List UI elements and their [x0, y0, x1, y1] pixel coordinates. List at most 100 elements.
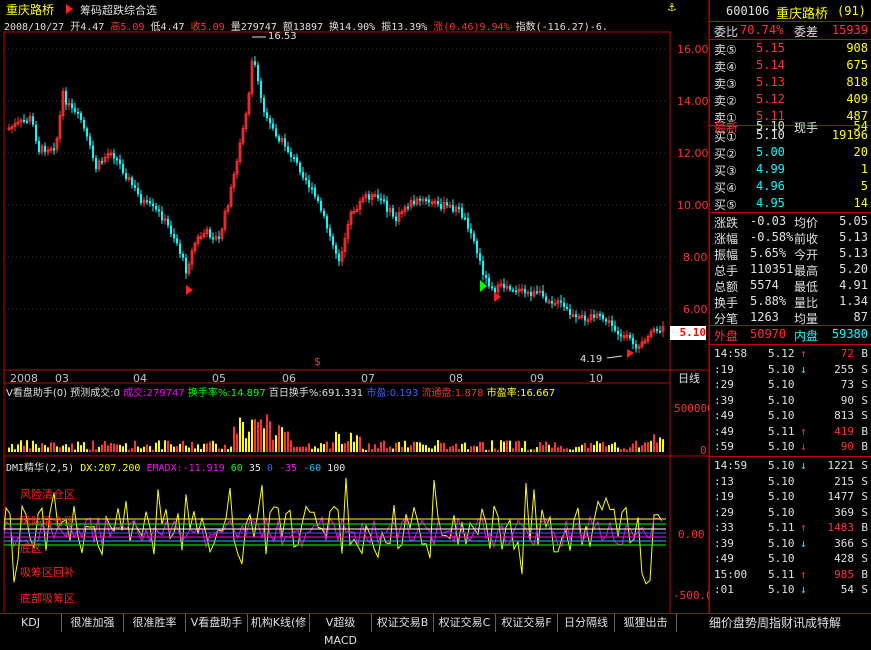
candle-body — [329, 228, 331, 237]
candle-body — [44, 145, 46, 152]
candle-body — [542, 290, 544, 297]
candle-body — [95, 158, 97, 170]
volume-bar — [341, 443, 343, 452]
panel-tabs[interactable]: 细价盘势周指财讯成特解 — [709, 613, 871, 633]
volume-bar — [479, 441, 481, 452]
candle-body — [509, 286, 511, 290]
tick-row: :19 5.10 ↓ 255 S — [710, 363, 871, 378]
tick-volume: 1477 — [827, 490, 855, 503]
volume-bar — [389, 446, 391, 452]
indicator-tab[interactable]: V超级MACD — [310, 614, 372, 647]
candle-body — [293, 157, 295, 160]
tick-volume: 215 — [834, 474, 854, 488]
volume-bar — [557, 447, 559, 452]
sell-label: 卖④ — [714, 60, 737, 74]
tick-row: :01 5.10 ↓ 54 S — [710, 583, 871, 598]
volume-bar — [452, 445, 454, 452]
volume-bar — [419, 442, 421, 452]
tick-price: 5.10 — [768, 393, 795, 407]
candle-body — [176, 238, 178, 244]
indicator-tab[interactable]: V看盘助手 — [186, 614, 248, 632]
volume-bar — [560, 445, 562, 452]
volume-bar — [596, 441, 598, 452]
candle-body — [170, 225, 172, 234]
stat-row: 分笔 1263 均量 87 — [710, 309, 871, 326]
dmi-indicator-name[interactable]: DMI精华(2,5) — [6, 463, 74, 474]
volume-bar — [401, 447, 403, 452]
indicator-tab[interactable]: 权证交易B — [372, 614, 434, 632]
tick-volume: 255 — [834, 362, 854, 376]
inner-label: 内盘 — [794, 329, 819, 343]
tick-volume: 72 — [840, 347, 854, 360]
candle-body — [131, 177, 133, 186]
candle-body — [23, 119, 25, 122]
indicator-tab[interactable]: 日分隔线 — [558, 614, 615, 632]
candle-body — [392, 208, 394, 217]
volume-bar — [296, 446, 298, 452]
buy-price: 5.00 — [756, 145, 785, 159]
tick-price: 5.10 — [768, 378, 795, 391]
sell-row: 卖③ 5.13 818 — [710, 74, 871, 91]
stat-value: 1263 — [750, 310, 779, 324]
indicator-tab[interactable]: 很准加强 — [62, 614, 124, 632]
volume-bar — [242, 421, 244, 452]
tick-volume: 90 — [840, 393, 854, 407]
volume-bar — [410, 445, 412, 452]
indicator-tab[interactable]: KDJ — [0, 614, 62, 632]
candle-body — [113, 153, 115, 159]
candle-body — [134, 185, 136, 188]
volume-bar — [251, 419, 253, 452]
zone-label: 风险清仓区 — [20, 488, 75, 501]
indicator-tab[interactable]: 权证交易C — [434, 614, 496, 632]
indicator-tab[interactable]: 很准胜率 — [124, 614, 186, 632]
volume-indicator-name[interactable]: V看盘助手(0) — [6, 388, 67, 399]
candle-body — [161, 211, 163, 221]
volume-bar — [545, 441, 547, 452]
candle-body — [503, 283, 505, 288]
candle-body — [290, 151, 292, 158]
indicator-tab[interactable]: 权证交易F — [496, 614, 558, 632]
volume-bar — [506, 440, 508, 452]
volume-bar — [422, 444, 424, 452]
volume-bar — [335, 431, 337, 452]
volume-bar — [413, 441, 415, 452]
sell-price: 5.14 — [756, 58, 785, 72]
volume-bar — [131, 448, 133, 452]
tick-price: 5.10 — [768, 490, 795, 503]
volume-bar — [140, 448, 142, 452]
period-label[interactable]: 日线 — [678, 370, 700, 386]
volume-bar — [446, 448, 448, 452]
volume-bar — [602, 442, 604, 452]
candle-body — [440, 204, 442, 209]
volume-bar — [359, 436, 361, 452]
kline-chart[interactable] — [0, 0, 709, 613]
outer-value: 50970 — [750, 327, 787, 341]
volume-bar — [146, 444, 148, 452]
stat-row: 涨跌 -0.03 均价 5.05 — [710, 213, 871, 230]
tick-row: 14:58 5.12 ↑ 72 B — [710, 347, 871, 362]
volume-bar — [572, 449, 574, 452]
tick-side: S — [861, 459, 868, 472]
tick-time: :49 — [714, 409, 734, 422]
sell-row: 卖② 5.12 409 — [710, 91, 871, 108]
volume-bar — [584, 442, 586, 452]
candle-body — [413, 200, 415, 205]
indicator-tab[interactable]: 机构K线(修 — [248, 614, 310, 632]
pe-value: 市盈:0.193 — [366, 388, 419, 399]
candle-body — [491, 286, 493, 289]
candle-body — [179, 243, 181, 254]
candle-body — [560, 300, 562, 303]
candle-body — [116, 158, 118, 161]
tick-time: :39 — [714, 393, 734, 407]
volume-bar — [476, 446, 478, 452]
volume-bar — [614, 442, 616, 452]
trough-pointer — [606, 355, 623, 359]
indicator-tab[interactable]: 狐狸出击 — [615, 614, 677, 632]
candle-body — [461, 207, 463, 218]
candle-body — [119, 159, 121, 165]
volume-bar — [98, 446, 100, 452]
volume-bar — [608, 445, 610, 452]
tick-price: 5.11 — [768, 567, 795, 581]
candle-body — [26, 120, 28, 123]
volume-bar — [236, 433, 238, 452]
